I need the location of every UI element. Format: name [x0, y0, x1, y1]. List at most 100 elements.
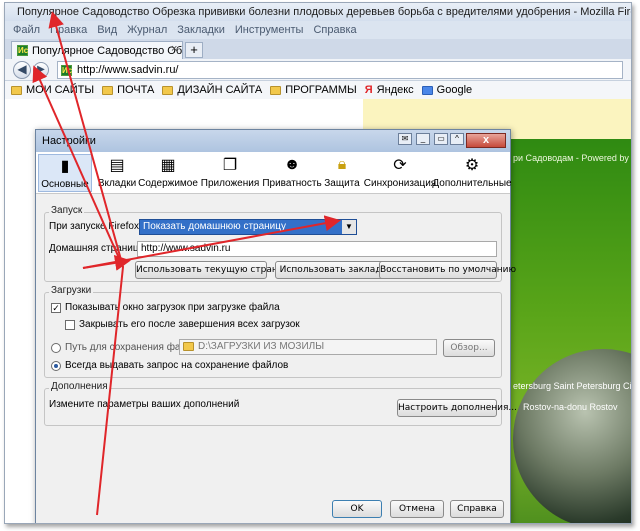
preferences-pane-bar: ▮ Основные ▤ Вкладки ▦ Содержимое ❐ Прил… — [36, 152, 512, 194]
bookmarks-toolbar: МОИ САЙТЫ ПОЧТА ДИЗАЙН САЙТА ПРОГРАММЫ Я… — [5, 81, 631, 99]
dialog-titlebar: Настройки ✉ _ ▭ ^ x — [36, 130, 510, 152]
restore-default-button[interactable]: Восстановить по умолчанию — [379, 261, 516, 279]
pane-label: Защита — [324, 178, 360, 189]
bookmark-google[interactable]: Google — [421, 84, 473, 96]
maximize-icon[interactable]: ▭ — [434, 133, 448, 145]
forward-button[interactable]: ▶ — [33, 62, 49, 78]
pane-security[interactable]: 🔒︎ Защита — [324, 154, 360, 192]
bookmark-site-design[interactable]: ДИЗАЙН САЙТА — [162, 84, 262, 96]
new-tab-button[interactable]: + — [185, 42, 203, 58]
content-icon: ▦ — [160, 157, 176, 174]
homepage-label: Домашняя страница: — [49, 243, 147, 254]
folder-icon — [162, 85, 174, 95]
bookmark-label: Google — [436, 84, 473, 96]
pane-label: Содержимое — [138, 178, 198, 189]
menu-help[interactable]: Справка — [313, 24, 356, 36]
startup-group: Запуск При запуске Firefox: Показать дом… — [44, 205, 516, 282]
pane-general[interactable]: ▮ Основные — [38, 154, 92, 192]
bookmark-label: ДИЗАЙН САЙТА — [177, 84, 263, 96]
startup-select[interactable]: Показать домашнюю страницу ▼ — [139, 219, 357, 235]
pane-label: Приватность — [262, 178, 322, 189]
bookmark-my-sites[interactable]: МОИ САЙТЫ — [11, 84, 94, 96]
browse-button[interactable]: Обзор... — [443, 339, 495, 357]
bookmark-mail[interactable]: ПОЧТА — [102, 84, 154, 96]
pane-label: Дополнительные — [432, 178, 512, 189]
show-downloads-checkbox[interactable]: ✓ — [51, 303, 61, 313]
ok-button[interactable]: OK — [332, 500, 382, 518]
save-path-value: D:\ЗАГРУЗКИ ИЗ МОЗИЛЫ — [198, 341, 325, 352]
help-window-icon[interactable]: ✉ — [398, 133, 412, 145]
use-current-page-button[interactable]: Использовать текущую страницу — [135, 261, 295, 279]
bookmark-label: МОИ САЙТЫ — [26, 84, 95, 96]
addons-group: Дополнения Измените параметры ваших допо… — [44, 381, 517, 426]
folder-icon — [11, 85, 22, 95]
manage-addons-button[interactable]: Настроить дополнения... — [397, 399, 517, 417]
menu-edit[interactable]: Правка — [50, 24, 87, 36]
bookmark-programs[interactable]: ПРОГРАММЫ — [270, 84, 357, 96]
menu-file[interactable]: Файл — [13, 24, 40, 36]
google-icon — [421, 85, 433, 95]
pane-applications[interactable]: ❐ Приложения — [201, 154, 260, 192]
startup-legend: Запуск — [49, 205, 85, 216]
menu-view[interactable]: Вид — [97, 24, 117, 36]
folder-icon — [183, 341, 194, 351]
pane-label: Вкладки — [97, 178, 137, 189]
url-bar[interactable]: Ис http://www.sadvin.ru/ — [57, 61, 623, 79]
screenshot-frame: Популярное Садоводство Обрезка прививки … — [4, 2, 632, 524]
navigation-bar: ◀ ▶ Ис http://www.sadvin.ru/ — [5, 59, 631, 81]
addons-description: Измените параметры ваших дополнений — [49, 399, 240, 410]
close-downloads-label: Закрывать его после завершения всех загр… — [79, 319, 300, 330]
menu-bookmarks[interactable]: Закладки — [177, 24, 225, 36]
pane-advanced[interactable]: ⚙ Дополнительные — [432, 154, 511, 192]
preferences-dialog: Настройки ✉ _ ▭ ^ x ▮ Основные ▤ Вкладки… — [35, 129, 517, 523]
downloads-legend: Загрузки — [49, 285, 94, 296]
always-ask-radio[interactable] — [51, 361, 61, 371]
pane-sync[interactable]: ⟳ Синхронизация — [364, 154, 436, 192]
gear-icon: ⚙ — [464, 157, 480, 174]
pane-privacy[interactable]: ☻ Приватность — [262, 154, 322, 192]
on-start-label: При запуске Firefox: — [49, 221, 142, 232]
restore-icon[interactable]: ^ — [450, 133, 464, 145]
menu-history[interactable]: Журнал — [127, 24, 167, 36]
help-button[interactable]: Справка — [450, 500, 504, 518]
homepage-input[interactable]: http://www.sadvin.ru — [137, 241, 497, 257]
menubar: Файл Правка Вид Журнал Закладки Инструме… — [5, 21, 631, 39]
pane-tabs[interactable]: ▤ Вкладки — [94, 154, 140, 192]
show-downloads-label: Показывать окно загрузок при загрузке фа… — [65, 302, 280, 313]
lock-icon: 🔒︎ — [337, 156, 347, 173]
switch-icon: ▮ — [60, 158, 70, 175]
page-caption: ри Садоводам - Powered by — [513, 153, 629, 163]
city-label: etersburg Saint Petersburg Ci — [513, 381, 632, 391]
bookmark-yandex[interactable]: Я Яндекс — [365, 84, 414, 96]
window-title: Популярное Садоводство Обрезка прививки … — [17, 6, 632, 18]
menu-tools[interactable]: Инструменты — [235, 24, 304, 36]
tab-active[interactable]: Ис Популярное Садоводство Обрезка пр... — [11, 41, 183, 59]
tabs-icon: ▤ — [109, 157, 125, 174]
city-label: Rostov-na-donu Rostov — [523, 402, 618, 412]
back-button[interactable]: ◀ — [13, 61, 31, 79]
save-path-radio[interactable] — [51, 343, 61, 353]
bookmark-label: Яндекс — [376, 84, 414, 96]
addons-legend: Дополнения — [49, 381, 110, 392]
downloads-group: Загрузки ✓ Показывать окно загрузок при … — [44, 285, 502, 378]
chevron-down-icon: ▼ — [342, 220, 356, 234]
dialog-close-button[interactable]: x — [466, 133, 506, 148]
bookmark-label: ПОЧТА — [117, 84, 155, 96]
window-titlebar: Популярное Садоводство Обрезка прививки … — [5, 3, 631, 21]
cancel-button[interactable]: Отмена — [390, 500, 444, 518]
site-favicon-icon: Ис — [17, 45, 29, 56]
save-path-field: D:\ЗАГРУЗКИ ИЗ МОЗИЛЫ — [179, 339, 437, 355]
site-identity-icon: Ис — [61, 64, 73, 76]
always-ask-label: Всегда выдавать запрос на сохранение фай… — [65, 360, 289, 371]
pane-content[interactable]: ▦ Содержимое — [138, 154, 198, 192]
minimize-icon[interactable]: _ — [416, 133, 430, 145]
close-downloads-checkbox[interactable] — [65, 320, 75, 330]
pane-label: Основные — [41, 179, 89, 190]
tab-close-icon[interactable]: × — [171, 43, 177, 55]
startup-select-value: Показать домашнюю страницу — [143, 221, 286, 232]
sync-icon: ⟳ — [393, 157, 407, 174]
dialog-title: Настройки — [42, 135, 96, 147]
folder-icon — [270, 85, 282, 95]
mask-icon: ☻ — [283, 156, 301, 173]
url-text: http://www.sadvin.ru/ — [77, 64, 179, 76]
